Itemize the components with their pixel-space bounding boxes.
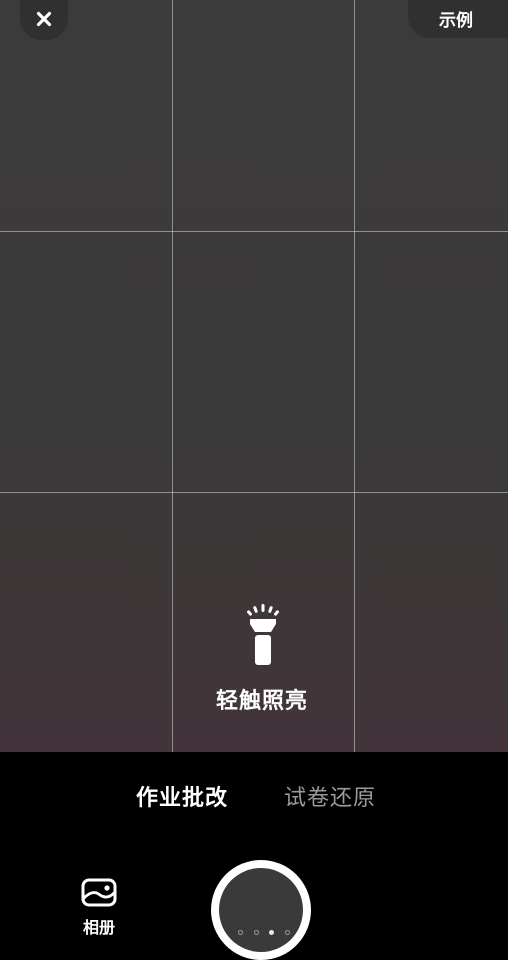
shutter-button[interactable] xyxy=(211,860,311,960)
album-label: 相册 xyxy=(82,918,115,937)
close-button[interactable] xyxy=(20,0,68,40)
page-dot-4 xyxy=(284,929,290,935)
page-dot-2 xyxy=(253,929,259,935)
torch-label[interactable]: 轻触照亮 xyxy=(0,683,508,715)
camera-viewfinder[interactable]: 示例 轻触照亮 xyxy=(0,0,508,752)
tab-homework-grading[interactable]: 作业批改 xyxy=(136,780,228,812)
grid-line-vertical-2 xyxy=(354,0,355,752)
example-button[interactable]: 示例 xyxy=(408,0,508,38)
mode-tabs: 作业批改 试卷还原 xyxy=(0,780,508,812)
flashlight-icon[interactable] xyxy=(244,604,282,666)
album-button[interactable]: 相册 xyxy=(76,876,122,940)
shutter-inner xyxy=(219,868,303,952)
page-indicator xyxy=(238,928,290,936)
page-dot-1 xyxy=(238,929,243,935)
close-icon xyxy=(36,11,52,27)
grid-line-horizontal-1 xyxy=(0,231,508,232)
page-dot-3-active xyxy=(269,929,275,935)
tab-exam-restore[interactable]: 试卷还原 xyxy=(284,780,376,812)
grid-line-horizontal-2 xyxy=(0,492,508,493)
photo-album-icon xyxy=(81,878,117,907)
grid-line-vertical-1 xyxy=(172,0,173,752)
